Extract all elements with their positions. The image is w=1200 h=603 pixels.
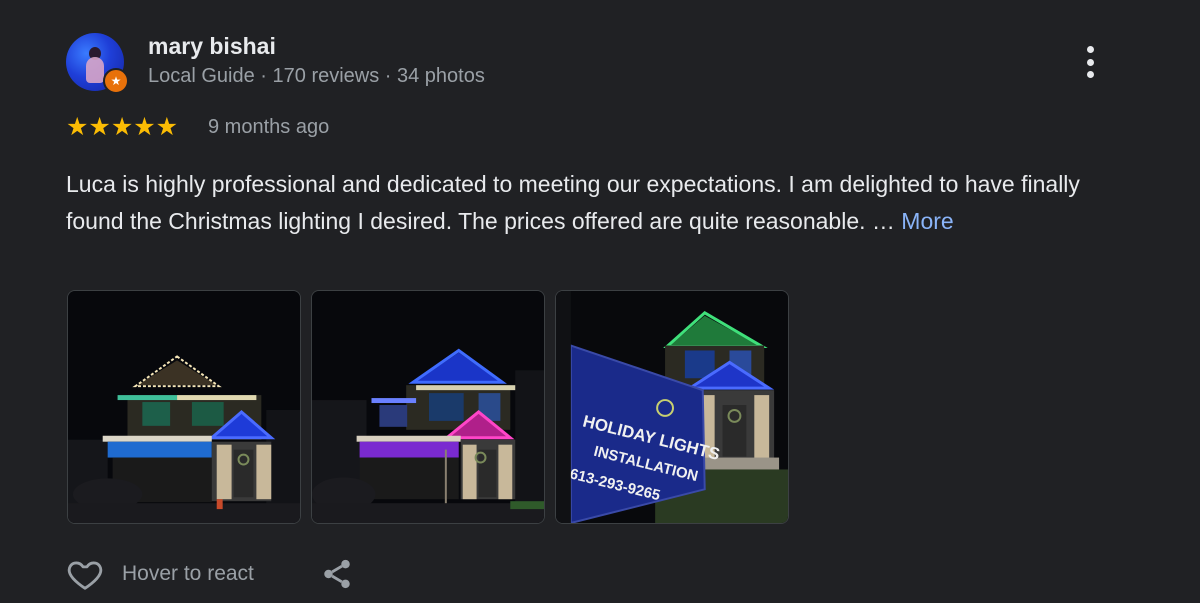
review-photo-2[interactable] xyxy=(311,290,545,524)
react-label: Hover to react xyxy=(122,562,254,585)
house-photo-1 xyxy=(68,291,300,523)
review-card: ★ mary bishai Local Guide · 170 reviews … xyxy=(0,0,1200,603)
share-icon xyxy=(324,559,350,589)
review-text: Luca is highly professional and dedicate… xyxy=(66,166,1126,240)
reviewer-name[interactable]: mary bishai xyxy=(148,33,276,60)
house-sign-photo: HOLIDAY LIGHTS INSTALLATION 613-293-9265 xyxy=(556,291,788,523)
review-photo-1[interactable] xyxy=(67,290,301,524)
avatar-figure xyxy=(86,57,104,83)
review-photo-3[interactable]: HOLIDAY LIGHTS INSTALLATION 613-293-9265 xyxy=(555,290,789,524)
star-rating: ★★★★★ xyxy=(66,113,179,141)
local-guide-star-icon: ★ xyxy=(103,68,129,94)
more-vert-icon[interactable] xyxy=(1076,44,1104,80)
share-button[interactable] xyxy=(320,556,354,592)
house-photo-2 xyxy=(312,291,544,523)
heart-icon xyxy=(67,561,103,590)
more-link[interactable]: More xyxy=(901,208,953,234)
reviewer-meta: Local Guide · 170 reviews · 34 photos xyxy=(148,65,485,87)
review-date: 9 months ago xyxy=(208,116,330,138)
react-button[interactable]: Hover to react xyxy=(66,555,254,593)
